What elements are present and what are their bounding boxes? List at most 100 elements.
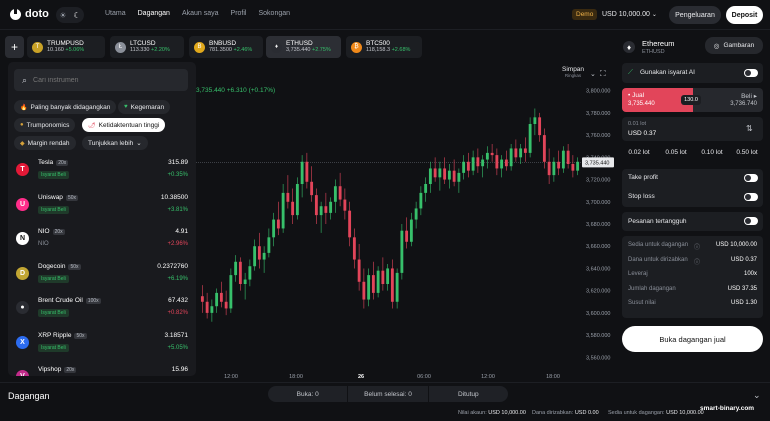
info-value: 100x	[743, 271, 757, 277]
nav-item[interactable]: Utama	[105, 10, 126, 17]
filter-chip[interactable]: Tunjukkan lebih ⌄	[82, 136, 148, 150]
trades-tab[interactable]: Belum selesai: 0	[348, 386, 429, 402]
moon-icon[interactable]: ☾	[73, 11, 80, 20]
open-sell-trade-button[interactable]: Buka dagangan jual	[622, 326, 763, 352]
ticker-btc500[interactable]: ₿ BTC500 118,158.3 +2.68%	[346, 36, 422, 58]
sun-icon[interactable]: ☀	[59, 11, 66, 20]
theme-toggle[interactable]: ☀ ☾	[56, 7, 84, 23]
fullscreen-icon[interactable]: ⛶	[600, 69, 606, 79]
lot-label: 0.01 lot	[628, 121, 647, 127]
instrument-change: +0.82%	[167, 310, 188, 316]
lot-preset-button[interactable]: 0.02 lot	[622, 146, 656, 159]
lot-size-input[interactable]: 0.01 lot USD 0.37 ⇅	[622, 117, 763, 141]
candle-body	[262, 252, 266, 260]
instrument-row[interactable]: V Vipshop20x 15.96	[8, 362, 196, 376]
logo[interactable]: doto	[10, 7, 49, 20]
candle-body	[485, 152, 489, 160]
candle-body	[528, 124, 532, 153]
lot-preset-button[interactable]: 0.05 lot	[659, 146, 693, 159]
info-icon[interactable]: ⓘ	[694, 257, 700, 266]
nav-item[interactable]: Akaun saya	[182, 10, 219, 17]
info-icon[interactable]: ⓘ	[694, 242, 700, 251]
candle-body	[405, 230, 409, 242]
watermark: smart-binary.com	[700, 405, 755, 412]
price-chart[interactable]: 3,800.0003,780.0003,760.0003,740.0003,72…	[196, 62, 614, 380]
ai-signal-toggle[interactable]	[744, 69, 758, 77]
candle-body	[310, 181, 314, 196]
lot-preset-button[interactable]: 0.10 lot	[695, 146, 729, 159]
trades-tab[interactable]: Ditutup	[429, 386, 508, 402]
leverage-badge: 20x	[64, 367, 77, 373]
filter-chip[interactable]: 🔥 Paling banyak didagangkan	[14, 100, 117, 114]
trades-tab[interactable]: Buka: 0	[268, 386, 349, 402]
y-tick-label: 3,580.000	[586, 333, 610, 339]
deposit-button[interactable]: Deposit	[726, 6, 763, 24]
instrument-name-line: Vipshop 20x	[38, 366, 77, 373]
chevron-down-icon[interactable]: ⌄	[590, 70, 596, 78]
ticker-change: +2.46%	[233, 47, 253, 53]
ai-signal-row[interactable]: ⟋ Gunakan isyarat AI	[622, 63, 763, 83]
top-bar: doto ☀ ☾ Utama Dagangan Akaun saya Profil So…	[0, 0, 770, 30]
instrument-row[interactable]: N NIO 20x NIO 4.91 +2.96%	[8, 224, 196, 259]
info-value: USD 0.37	[730, 256, 757, 263]
instrument-row[interactable]: D Dogecoin 50x Isyarat Beli 0.2372760 +6.19%	[8, 259, 196, 294]
instrument-row[interactable]: X XRP Ripple 50x Isyarat Beli 3.18571 +5.05%	[8, 328, 196, 363]
candle-body	[428, 168, 432, 184]
info-label: Dana untuk dirizabkan	[628, 256, 688, 263]
save-layout-button[interactable]: Simpan Ringkas	[562, 66, 584, 79]
take-profit-label: Take profit	[628, 174, 658, 181]
pending-order-row[interactable]: Pesanan tertangguh	[622, 212, 763, 231]
filter-chip[interactable]: ◆ Margin rendah	[14, 136, 76, 150]
candle-body	[276, 219, 280, 229]
swap-arrows-icon[interactable]: ⇅	[746, 124, 753, 133]
overview-button[interactable]: ◎ Gambaran	[705, 37, 763, 54]
candlestick-chart[interactable]: 3,800.0003,780.0003,760.0003,740.0003,72…	[196, 62, 614, 380]
ticker-ltcusd[interactable]: Ł LTCUSD 113.330 +2.20%	[110, 36, 184, 58]
pending-order-toggle[interactable]	[744, 217, 758, 225]
search-input[interactable]	[33, 76, 174, 84]
instrument-row[interactable]: U Uniswap 50x Isyarat Beli 10.38500 +3.81%	[8, 190, 196, 225]
leaf-icon: ◆	[20, 140, 25, 147]
stop-loss-toggle[interactable]	[744, 193, 758, 201]
ticker-price-line: 118,158.3 +2.68%	[366, 47, 410, 54]
buy-signal-badge: Isyarat Beli	[38, 309, 69, 317]
y-tick-label: 3,620.000	[586, 289, 610, 295]
instrument-row[interactable]: T Tesla 20x Isyarat Beli 315.89 +0.35%	[8, 155, 196, 190]
candle-body	[253, 246, 257, 267]
candle-body	[300, 161, 304, 184]
withdraw-button[interactable]: Pengeluaran	[669, 6, 721, 24]
candle-body	[504, 159, 508, 167]
ticker-ethusd[interactable]: ♦ ETHUSD 3,735.440 +2.75%	[266, 36, 341, 58]
sell-label-text: Jual	[632, 92, 645, 99]
account-balance-dropdown[interactable]: USD 10,000.00 ⌄	[602, 11, 657, 18]
candle-body	[371, 275, 375, 293]
filter-chip[interactable]: 🌶 Ketidaktentuan tinggi	[82, 118, 166, 132]
trades-title: Dagangan	[8, 391, 50, 401]
filter-chip[interactable]: ● Trumponomics	[14, 118, 76, 132]
instrument-name: Brent Crude Oil	[38, 297, 83, 304]
nav-item[interactable]: Dagangan	[138, 10, 170, 17]
add-instrument-button[interactable]: +	[5, 36, 24, 58]
search-box[interactable]: ⌕	[14, 69, 188, 91]
buy-signal-badge: Isyarat Beli	[38, 171, 69, 179]
candle-body	[219, 292, 223, 302]
ticker-bnbusd[interactable]: B BNBUSD 781.3500 +2.46%	[189, 36, 263, 58]
nav-item[interactable]: Sokongan	[258, 10, 290, 17]
buy-button[interactable]: Beli ▸ 3,736.740	[693, 88, 763, 112]
chevron-down-icon: ⌄	[136, 140, 142, 147]
chevron-down-icon[interactable]: ⌄	[753, 390, 761, 401]
candle-body	[357, 259, 361, 282]
account-status-item: Sedia untuk dagangan: USD 10,000.00	[608, 410, 704, 416]
ticker-trumpusd[interactable]: T TRUMPUSD 10.160 +5.06%	[27, 36, 105, 58]
instrument-price: 67.432	[168, 297, 188, 304]
lot-preset-button[interactable]: 0.50 lot	[730, 146, 764, 159]
ticker-name: BTC500	[366, 40, 390, 47]
filter-chip[interactable]: ♥ Kegemaran	[118, 100, 171, 114]
instrument-row[interactable]: ● Brent Crude Oil 100x Isyarat Beli 67.432 +0…	[8, 293, 196, 328]
nav-item[interactable]: Profil	[231, 10, 247, 17]
candle-body	[352, 237, 356, 260]
status-label: Dana dirizabkan:	[532, 410, 574, 416]
instrument-logo-icon: X	[16, 335, 29, 349]
demo-badge[interactable]: Demo	[572, 9, 598, 20]
take-profit-toggle[interactable]	[744, 174, 758, 182]
